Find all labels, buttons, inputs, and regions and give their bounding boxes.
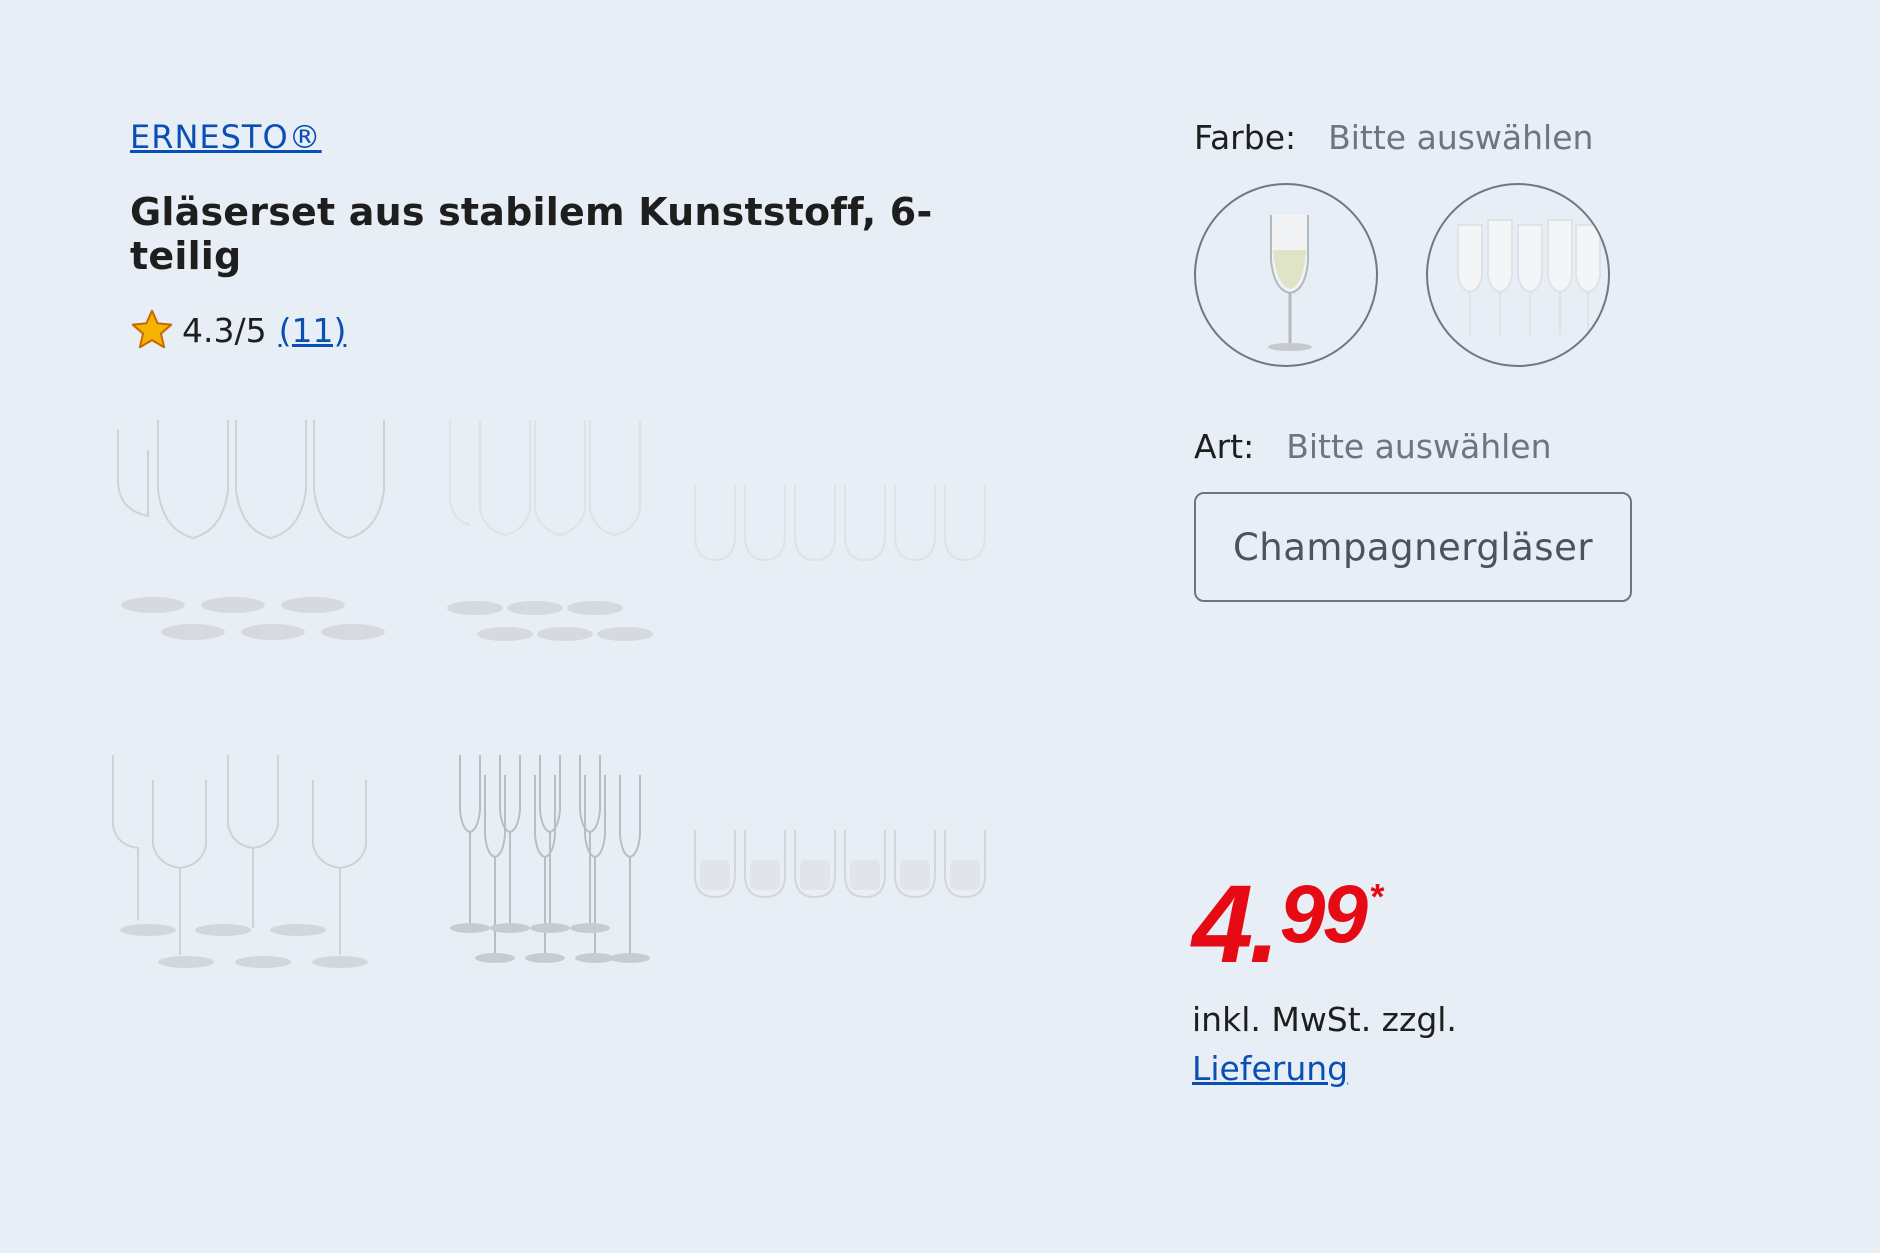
- color-option-label: Farbe: Bitte auswählen: [1194, 118, 1794, 157]
- price-asterisk: *: [1368, 876, 1383, 917]
- price-decimals: 99: [1279, 869, 1368, 960]
- price-separator: .: [1249, 863, 1280, 986]
- glass-image: [117, 420, 385, 640]
- star-icon: [131, 309, 173, 349]
- glass-image: [447, 420, 653, 641]
- gallery-thumb-slim-wine-glasses[interactable]: [108, 750, 408, 990]
- gallery-thumb-small-tumblers[interactable]: [690, 825, 990, 1065]
- type-option-label: Art: Bitte auswählen: [1194, 427, 1794, 466]
- type-hint: Bitte auswählen: [1286, 427, 1552, 466]
- product-title: Gläserset aus stabilem Kunststoff, 6-tei…: [130, 190, 933, 278]
- product-gallery: [100, 400, 1000, 1000]
- rating-score: 4.3/5: [182, 310, 267, 350]
- variant-selector: Farbe: Bitte auswählen Art: Bitte auswäh…: [1194, 118, 1794, 602]
- price: 4 . 99 *: [1192, 870, 1457, 980]
- color-swatch-single-glass[interactable]: [1194, 183, 1378, 367]
- type-label: Art:: [1194, 427, 1255, 466]
- rating: 4.3/5 (11): [130, 308, 1030, 352]
- color-swatch-glass-set[interactable]: [1426, 183, 1610, 367]
- glass-image: [112, 755, 368, 968]
- glass-image: [1268, 215, 1312, 351]
- gallery-thumb-tumblers[interactable]: [690, 480, 990, 720]
- type-option-button[interactable]: Champagnergläser: [1194, 492, 1632, 602]
- product-header: ERNESTO® Gläserset aus stabilem Kunststo…: [130, 118, 1030, 352]
- rating-count-link[interactable]: (11): [279, 311, 347, 350]
- glass-image: [450, 755, 650, 963]
- color-label: Farbe:: [1194, 118, 1297, 157]
- price-integer: 4: [1192, 863, 1253, 986]
- glass-image: [1457, 219, 1601, 335]
- type-option: Art: Bitte auswählen Champagnergläser: [1194, 427, 1794, 602]
- tax-note: inkl. MwSt. zzgl.: [1192, 1000, 1457, 1039]
- glass-image: [694, 830, 986, 899]
- gallery-thumb-wine-glasses[interactable]: [108, 410, 408, 650]
- price-block: 4 . 99 * inkl. MwSt. zzgl. Lieferung: [1192, 870, 1457, 1089]
- brand-link[interactable]: ERNESTO®: [130, 118, 322, 156]
- delivery-link[interactable]: Lieferung: [1192, 1049, 1348, 1088]
- color-hint: Bitte auswählen: [1328, 118, 1594, 157]
- color-swatches: [1194, 183, 1794, 367]
- glass-image: [694, 485, 986, 562]
